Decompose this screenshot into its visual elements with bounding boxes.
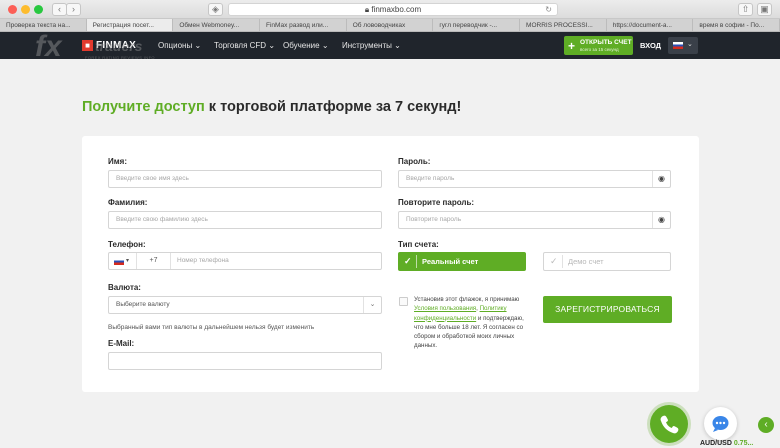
call-button[interactable] [650,405,688,443]
currency-label: Валюта: [108,283,141,292]
url-text: finmaxbo.com [371,5,422,14]
browser-tab[interactable]: гугл переводчик -... [433,19,521,31]
phone-prefix: +7 [137,253,171,269]
tab-bar: Проверка текста на... Регистрация посет.… [0,19,780,32]
tabs-overview-icon[interactable]: ▣ [757,3,772,16]
phone-label: Телефон: [108,240,146,249]
phone-icon [660,415,679,434]
watermark-logo: fx [35,30,62,63]
browser-tab[interactable]: время в софии - По... [693,19,780,31]
chevron-down-icon: ⌄ [321,41,329,50]
minimize-window-icon[interactable] [21,5,30,14]
chevron-down-icon: ⌄ [363,297,381,313]
russia-flag-icon [673,42,683,49]
nav-options[interactable]: Опционы ⌄ [158,41,201,50]
first-name-label: Имя: [108,157,127,166]
last-name-input[interactable]: Введите свою фамилию здесь [108,211,382,229]
eye-icon[interactable]: ◉ [652,171,670,187]
terms-text: Установив этот флажок, я принимаю Услови… [414,296,524,350]
password-input[interactable]: Введите пароль ◉ [398,170,671,188]
browser-tab[interactable]: FinMax развод или... [260,19,347,31]
nav-education[interactable]: Обучение ⌄ [283,41,329,50]
chevron-down-icon: ⌄ [194,41,202,50]
phone-field: ▾ +7 Номер телефона [108,252,382,270]
account-real-option[interactable]: ✓ Реальный счет [398,252,526,271]
confirm-password-label: Повторите пароль: [398,198,475,207]
page-title: Получите доступ к торговой платформе за … [82,99,462,115]
terms-checkbox[interactable] [399,297,408,306]
logo-mark-icon: ■ [82,40,93,51]
address-bar[interactable]: 🔒︎ finmaxbo.com ↻ [228,3,558,16]
reload-icon[interactable]: ↻ [545,4,552,16]
collapse-arrow-icon[interactable]: ‹ [758,417,774,433]
browser-toolbar: ‹ › ◈ 🔒︎ finmaxbo.com ↻ ⇧ ▣ [0,0,780,19]
currency-select-value: Выберите валюту [116,301,170,308]
russia-flag-icon [114,258,124,265]
register-button[interactable]: ЗАРЕГИСТРИРОВАТЬСЯ [543,296,672,323]
terms-link[interactable]: Условия пользования [414,305,476,312]
share-icon[interactable]: ⇧ [738,3,753,16]
chevron-down-icon: ⌄ [687,41,693,48]
chevron-down-icon: ⌄ [394,41,401,50]
plus-icon: + [568,39,576,53]
nav-tools[interactable]: Инструменты ⌄ [342,41,401,50]
check-icon: ✓ [550,256,558,266]
browser-tab[interactable]: https://document-a... [607,19,694,31]
watermark-tagline: FOREX RATING REVIEWS INFO [85,55,155,60]
chevron-down-icon: ⌄ [268,41,276,50]
phone-input[interactable]: Номер телефона [177,253,229,269]
browser-tab-active[interactable]: Регистрация посет... [86,19,174,31]
nav-cfd[interactable]: Торговля CFD ⌄ [214,41,275,50]
eye-icon[interactable]: ◉ [652,212,670,228]
account-type-label: Тип счета: [398,240,439,249]
email-label: E-Mail: [108,339,135,348]
price-ticker: AUD/USD 0.75... [700,440,754,447]
language-selector[interactable]: ⌄ [668,37,698,54]
shield-icon[interactable]: ◈ [208,3,223,16]
account-demo-option[interactable]: ✓ Демо счет [543,252,671,271]
currency-note: Выбранный вами тип валюты в дальнейшем н… [108,324,315,331]
browser-tab[interactable]: MORRIS PROCESSI... [520,19,607,31]
currency-select[interactable]: Выберите валюту ⌄ [108,296,382,314]
open-account-button[interactable]: + ОТКРЫТЬ СЧЕТ всего за 15 секунд [564,36,633,55]
chat-button[interactable] [704,407,737,440]
email-input[interactable] [108,352,382,370]
confirm-password-input[interactable]: Повторите пароль ◉ [398,211,671,229]
chat-icon [712,416,729,432]
login-button[interactable]: ВХОД [640,41,661,50]
maximize-window-icon[interactable] [34,5,43,14]
browser-tab[interactable]: Об лововодчиках [347,19,434,31]
browser-tab[interactable]: Обмен Webmoney... [173,19,261,31]
chevron-down-icon: ▾ [126,258,130,264]
phone-country-selector[interactable]: ▾ [109,253,137,269]
check-icon: ✓ [404,256,412,266]
close-window-icon[interactable] [8,5,17,14]
back-button[interactable]: ‹ [52,3,67,16]
last-name-label: Фамилия: [108,198,148,207]
forward-button[interactable]: › [66,3,81,16]
first-name-input[interactable]: Введите свое имя здесь [108,170,382,188]
watermark-logo-word: traders [95,38,143,54]
registration-form: Имя: Введите свое имя здесь Фамилия: Вве… [82,136,699,392]
password-label: Пароль: [398,157,431,166]
